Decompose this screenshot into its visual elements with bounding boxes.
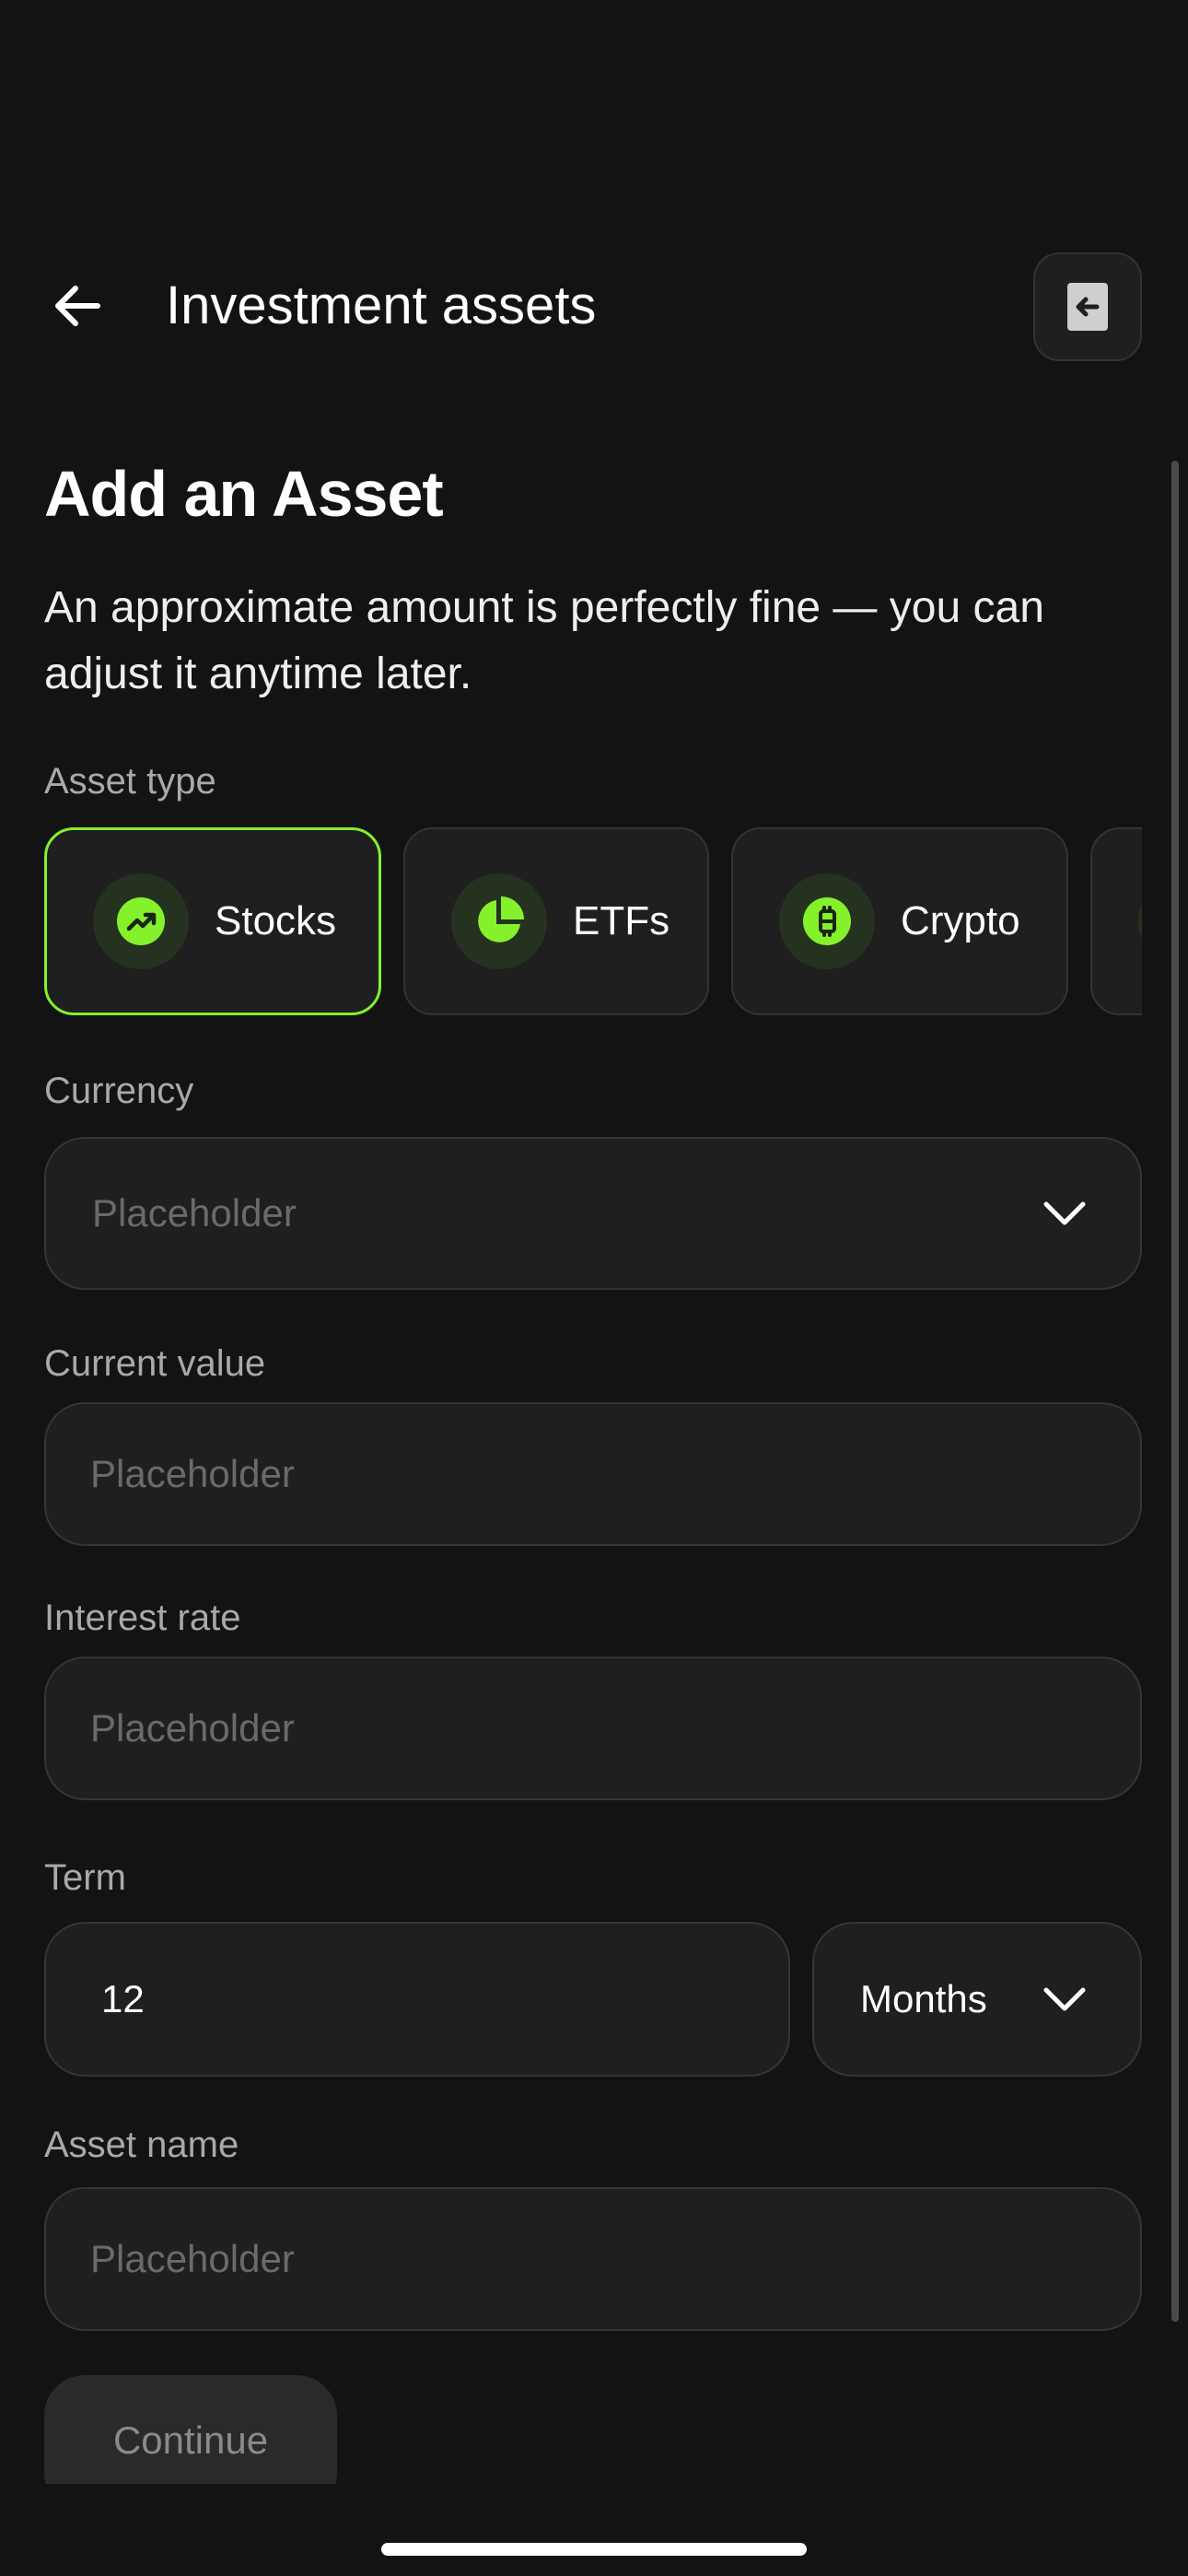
pie-chart-icon [478,896,524,943]
current-value-label: Current value [44,1343,266,1384]
term-value: 12 [101,1977,145,2020]
exit-icon [1067,283,1108,331]
asset-name-label: Asset name [44,2125,239,2165]
interest-rate-label: Interest rate [44,1598,241,1638]
scrollbar-thumb[interactable] [1171,461,1179,2322]
asset-name-placeholder: Placeholder [90,2237,295,2280]
home-indicator [381,2543,807,2556]
page-subtitle: An approximate amount is perfectly fine … [44,583,1044,698]
currency-placeholder: Placeholder [92,1191,297,1235]
interest-rate-input[interactable]: Placeholder [44,1657,1142,1800]
trending-up-icon [117,897,165,945]
asset-type-more[interactable] [1090,827,1142,1015]
chevron-down-icon [1043,1987,1086,2011]
current-value-input[interactable]: Placeholder [44,1402,1142,1546]
interest-rate-placeholder: Placeholder [90,1706,295,1750]
term-unit-select[interactable]: Months [812,1922,1142,2077]
page-title: Add an Asset [44,458,444,530]
asset-type-stocks[interactable]: Stocks [44,827,381,1015]
asset-name-input[interactable]: Placeholder [44,2187,1142,2331]
asset-type-selector: Stocks ETFs Crypto [44,827,1142,1015]
back-button[interactable] [44,273,111,339]
term-unit-value: Months [860,1977,987,2020]
asset-type-label: Asset type [44,761,216,802]
asset-type-stocks-label: Stocks [215,898,337,943]
asset-type-etfs-label: ETFs [573,898,670,943]
asset-type-crypto-label: Crypto [901,898,1020,943]
arrow-left-icon [55,286,100,326]
asset-type-etfs[interactable]: ETFs [403,827,709,1015]
currency-select[interactable]: Placeholder [44,1137,1142,1290]
exit-button[interactable] [1033,252,1142,361]
currency-label: Currency [44,1071,194,1111]
page-header-title: Investment assets [166,275,597,335]
chevron-down-icon [1043,1201,1086,1225]
bottom-safe-area [0,2484,1188,2576]
bitcoin-icon [803,897,851,945]
current-value-placeholder: Placeholder [90,1452,295,1495]
asset-type-crypto[interactable]: Crypto [731,827,1068,1015]
term-label: Term [44,1857,126,1898]
term-value-input[interactable]: 12 [44,1922,790,2077]
